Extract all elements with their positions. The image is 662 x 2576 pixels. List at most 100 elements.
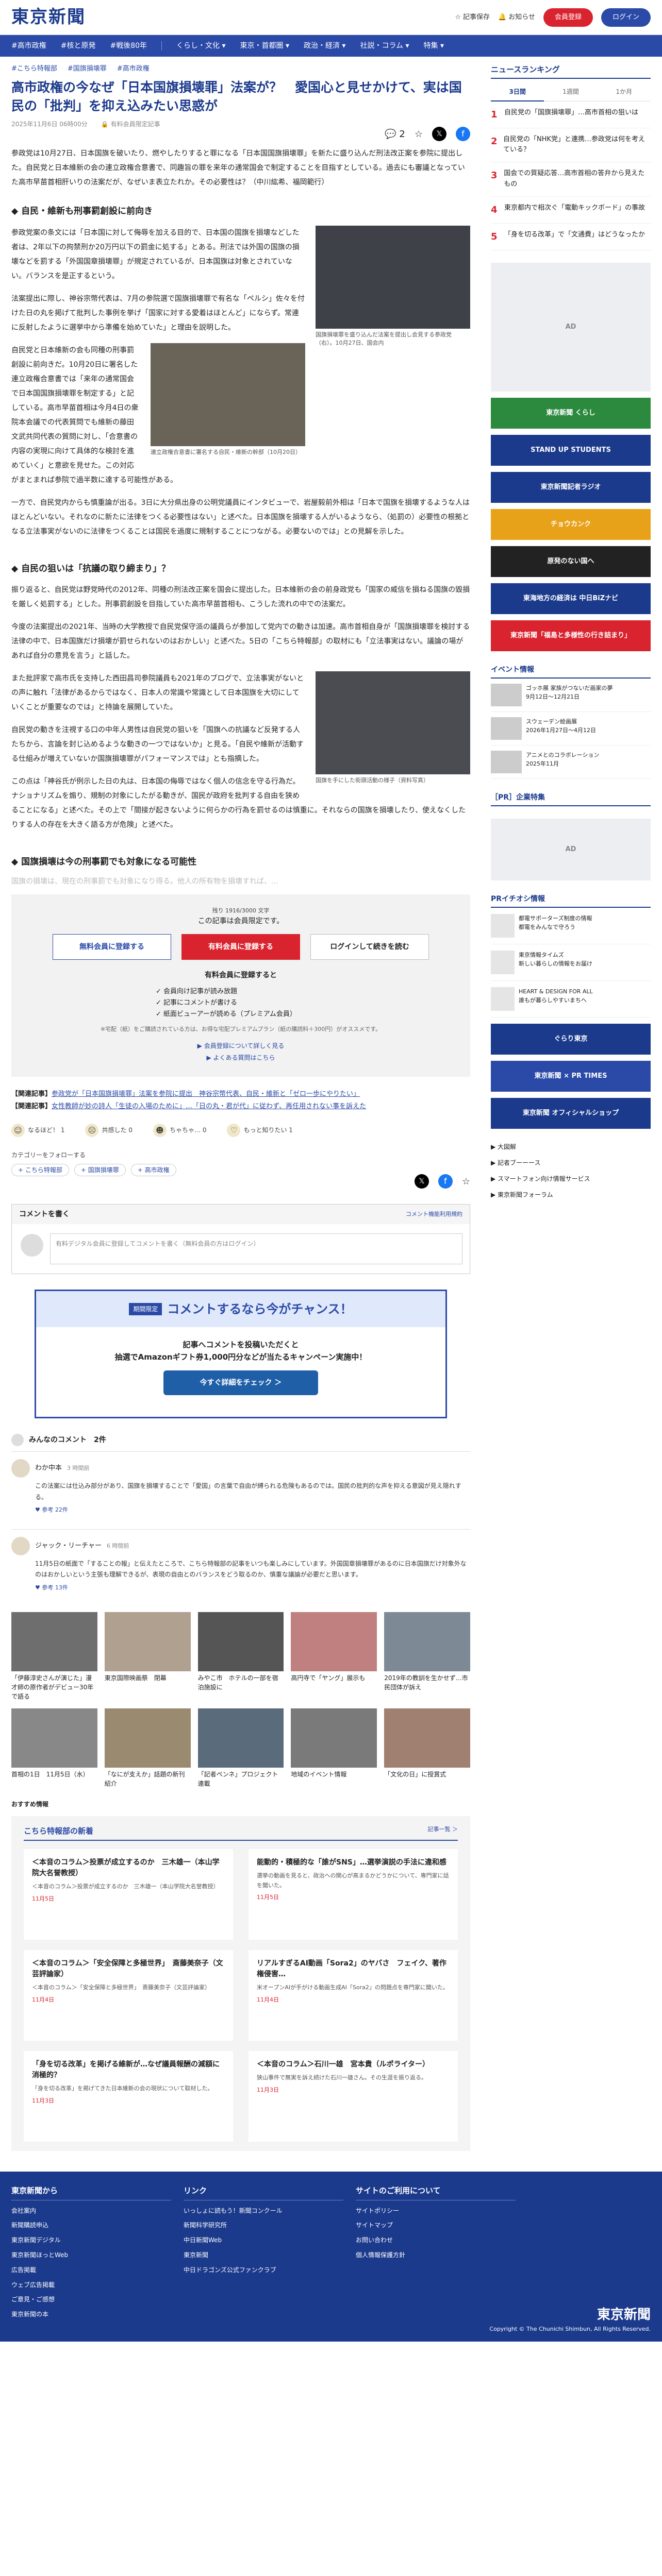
ranking-tab[interactable]: 1か月 [597,83,651,101]
pr-item[interactable]: HEART & DESIGN FOR ALL 誰もが暮らしやすいまちへ [491,981,651,1018]
pr-item[interactable]: 都電サポーターズ制度の情報 都電をみんなで守ろう [491,908,651,944]
bookmark-icon[interactable]: ☆ [415,127,423,141]
ad-slot[interactable]: AD [491,818,651,880]
nav-item[interactable]: #高市政権 [11,41,46,52]
feature-card[interactable]: ＜本音のコラム＞投票が成立するのか 三木雄一（本山学院大名誉教授） ＜本音のコラム… [24,1849,233,1940]
feature-card[interactable]: 能動的・積極的な「誰がSNS」…選挙演説の手法に違和感 選挙の動画を見ると、政治へ… [249,1849,458,1940]
like-button[interactable]: ♥ 参考 22件 [35,1506,470,1515]
feature-more-link[interactable]: 記事一覧 ＞ [428,1825,458,1837]
tag-link[interactable]: #こちら特報部 [11,64,57,74]
follow-tag[interactable]: + 高市政権 [130,1164,176,1177]
banner-ad[interactable]: 原発のない国へ [491,546,651,577]
nav-item[interactable]: 政治・経済 ▾ [304,41,345,52]
like-button[interactable]: ♥ 参考 13件 [35,1584,470,1592]
article-photo[interactable] [316,225,470,329]
event-item[interactable]: ゴッホ展 家族がつないだ画家の夢 9月12日〜12月21日 [491,679,651,712]
facebook-share-icon[interactable]: f [456,127,470,141]
login-continue-button[interactable]: ログインして続きを読む [310,934,429,960]
comment-count[interactable]: 💬 2 [385,127,405,141]
ranking-item[interactable]: 1 自民党の「国旗損壊罪」…高市首相の狙いは [491,101,651,128]
sidebar-link[interactable]: ▶ 大図解 [491,1139,651,1155]
commenter-name[interactable]: わか中本 [35,1463,62,1473]
bookmark-icon[interactable]: ☆ [462,1175,470,1189]
feature-card[interactable]: リアルすぎるAI動画「Sora2」のヤバさ フェイク、著作権侵害… 米オープンAI… [249,1950,458,2041]
footer-link[interactable]: 東京新聞の本 [11,2307,171,2322]
site-logo[interactable]: 東京新聞 [11,4,86,30]
footer-link[interactable]: 東京新聞 [184,2248,343,2263]
sidebar-link[interactable]: ▶ 記者ブーーース [491,1155,651,1171]
campaign-button[interactable]: 今すぐ詳細をチェック ＞ [163,1370,318,1396]
banner-ad[interactable]: 東京新聞 × PR TIMES [491,1060,651,1092]
follow-tag[interactable]: + 国旗損壊罪 [74,1164,126,1177]
grid-item[interactable]: 「記者ペンネ」プロジェクト連載 [197,1708,284,1788]
grid-item[interactable]: 高円寺で「ヤング」展示も [291,1612,377,1701]
footer-link[interactable]: 新聞購読申込 [11,2218,171,2233]
notice-link[interactable]: 🔔 お知らせ [498,12,535,23]
footer-link[interactable]: 新聞科学研究所 [184,2218,343,2233]
related-link[interactable]: 女性教師が妙の詩人「生徒の入場のために」…「日の丸・君が代」に従わず、再任用され… [52,1103,366,1110]
banner-ad[interactable]: STAND UP STUDENTS [491,434,651,466]
nav-item[interactable]: #戦後80年 [110,41,147,52]
nav-item[interactable]: 特集 ▾ [424,41,444,52]
bookmark-link[interactable]: ☆ 記事保存 [455,12,490,23]
ranking-item[interactable]: 5 「身を切る改革」で「文通費」はどうなったか [491,224,651,250]
banner-ad[interactable]: 東海地方の経済は 中日BiZナビ [491,583,651,614]
footer-link[interactable]: サイトマップ [356,2218,516,2233]
sidebar-link[interactable]: ▶ スマートフォン向け情報サービス [491,1171,651,1187]
comment-terms-link[interactable]: コメント機能利用規約 [406,1210,462,1219]
footer-link[interactable]: ウェブ広告掲載 [11,2278,171,2293]
grid-item[interactable]: 地域のイベント情報 [291,1708,377,1788]
facebook-share-icon[interactable]: f [438,1174,453,1189]
nav-item[interactable]: くらし・文化 ▾ [176,41,225,52]
tag-link[interactable]: #高市政権 [117,64,150,74]
event-item[interactable]: アニメとのコラボレーション 2025年11月 [491,745,651,779]
ranking-item[interactable]: 2 自民党の「NHK党」と連携…参政党は何を考えている？ [491,128,651,163]
follow-tag[interactable]: + こちら特報部 [11,1164,69,1177]
footer-link[interactable]: 個人情報保護方針 [356,2248,516,2263]
footer-link[interactable]: サイトポリシー [356,2204,516,2218]
article-photo[interactable] [316,671,470,774]
free-register-button[interactable]: 無料会員に登録する [53,934,171,960]
comment-campaign-banner[interactable]: 期間限定 コメントするなら今がチャンス！ 記事へコメントを投稿いただくと 抽選でA… [35,1290,447,1419]
footer-link[interactable]: 会社案内 [11,2204,171,2218]
grid-item[interactable]: 「文化の日」に授賞式 [384,1708,470,1788]
paid-register-button[interactable]: 有料会員に登録する [181,934,300,960]
register-button[interactable]: 会員登録 [543,8,593,27]
footer-link[interactable]: お問い合わせ [356,2233,516,2248]
feature-card[interactable]: ＜本音のコラム＞「安全保障と多極世界」 斎藤美奈子（文芸評論家） ＜本音のコラム＞… [24,1950,233,2041]
grid-item[interactable]: 東京国際映画祭 閉幕 [104,1612,191,1701]
grid-item[interactable]: 首相の1日 11月5日（水） [11,1708,97,1788]
sidebar-link[interactable]: ▶ 東京新聞フォーラム [491,1187,651,1203]
pr-item[interactable]: 東京情報タイムズ 新しい暮らしの情報をお届け [491,944,651,981]
footer-link[interactable]: 東京新聞ほっとWeb [11,2248,171,2263]
footer-link[interactable]: いっしょに読もう！新聞コンクール [184,2204,343,2218]
banner-ad[interactable]: ぐらり東京 [491,1023,651,1055]
nav-item[interactable]: 社説・コラム ▾ [360,41,409,52]
reaction-button[interactable]: ♡ もっと知りたい 1 [227,1124,293,1138]
membership-info-link[interactable]: ▶ 会員登録について詳しく見る [32,1040,450,1052]
ad-slot[interactable]: AD [491,262,651,392]
feature-card[interactable]: ＜本音のコラム＞石川一雄 宮本貴（ルポライター） 狭山事件で無実を訴え続けた石川一… [249,2051,458,2142]
footer-link[interactable]: 東京新聞デジタル [11,2233,171,2248]
x-share-icon[interactable]: 𝕏 [414,1174,429,1189]
reaction-button[interactable]: ☹ 共感した 0 [85,1124,133,1138]
banner-ad[interactable]: 東京新聞記者ラジオ [491,471,651,503]
ranking-item[interactable]: 4 東京都内で相次ぐ「電動キックボード」の事故 [491,197,651,224]
banner-ad[interactable]: チョウカンク [491,509,651,540]
footer-link[interactable]: 中日新聞Web [184,2233,343,2248]
ranking-tab[interactable]: 1週間 [544,83,598,101]
comment-input[interactable]: 有料デジタル会員に登録してコメントを書く（無料会員の方はログイン） [21,1233,462,1265]
grid-item[interactable]: 2019年の教訓を生かせず…市民団体が訴え [384,1612,470,1701]
event-item[interactable]: スウェーデン絵画展 2026年1月27日〜4月12日 [491,712,651,745]
footer-link[interactable]: ご意見・ご感想 [11,2292,171,2307]
login-button[interactable]: ログイン [601,8,651,27]
commenter-name[interactable]: ジャック・リーチャー [35,1541,102,1551]
grid-item[interactable]: 「伊藤淳史さんが演じた」漫才師の原作者がデビュー30年で語る [11,1612,97,1701]
grid-item[interactable]: 「なにが支えか」話題の新刊紹介 [104,1708,191,1788]
tag-link[interactable]: #国旗損壊罪 [68,64,107,74]
banner-ad[interactable]: 東京新聞 くらし [491,397,651,429]
nav-item[interactable]: 東京・首都圏 ▾ [240,41,289,52]
footer-link[interactable]: 中日ドラゴンズ公式ファンクラブ [184,2263,343,2278]
footer-link[interactable]: 広告掲載 [11,2263,171,2278]
grid-item[interactable]: みやこ市 ホテルの一部を宿泊施設に [197,1612,284,1701]
